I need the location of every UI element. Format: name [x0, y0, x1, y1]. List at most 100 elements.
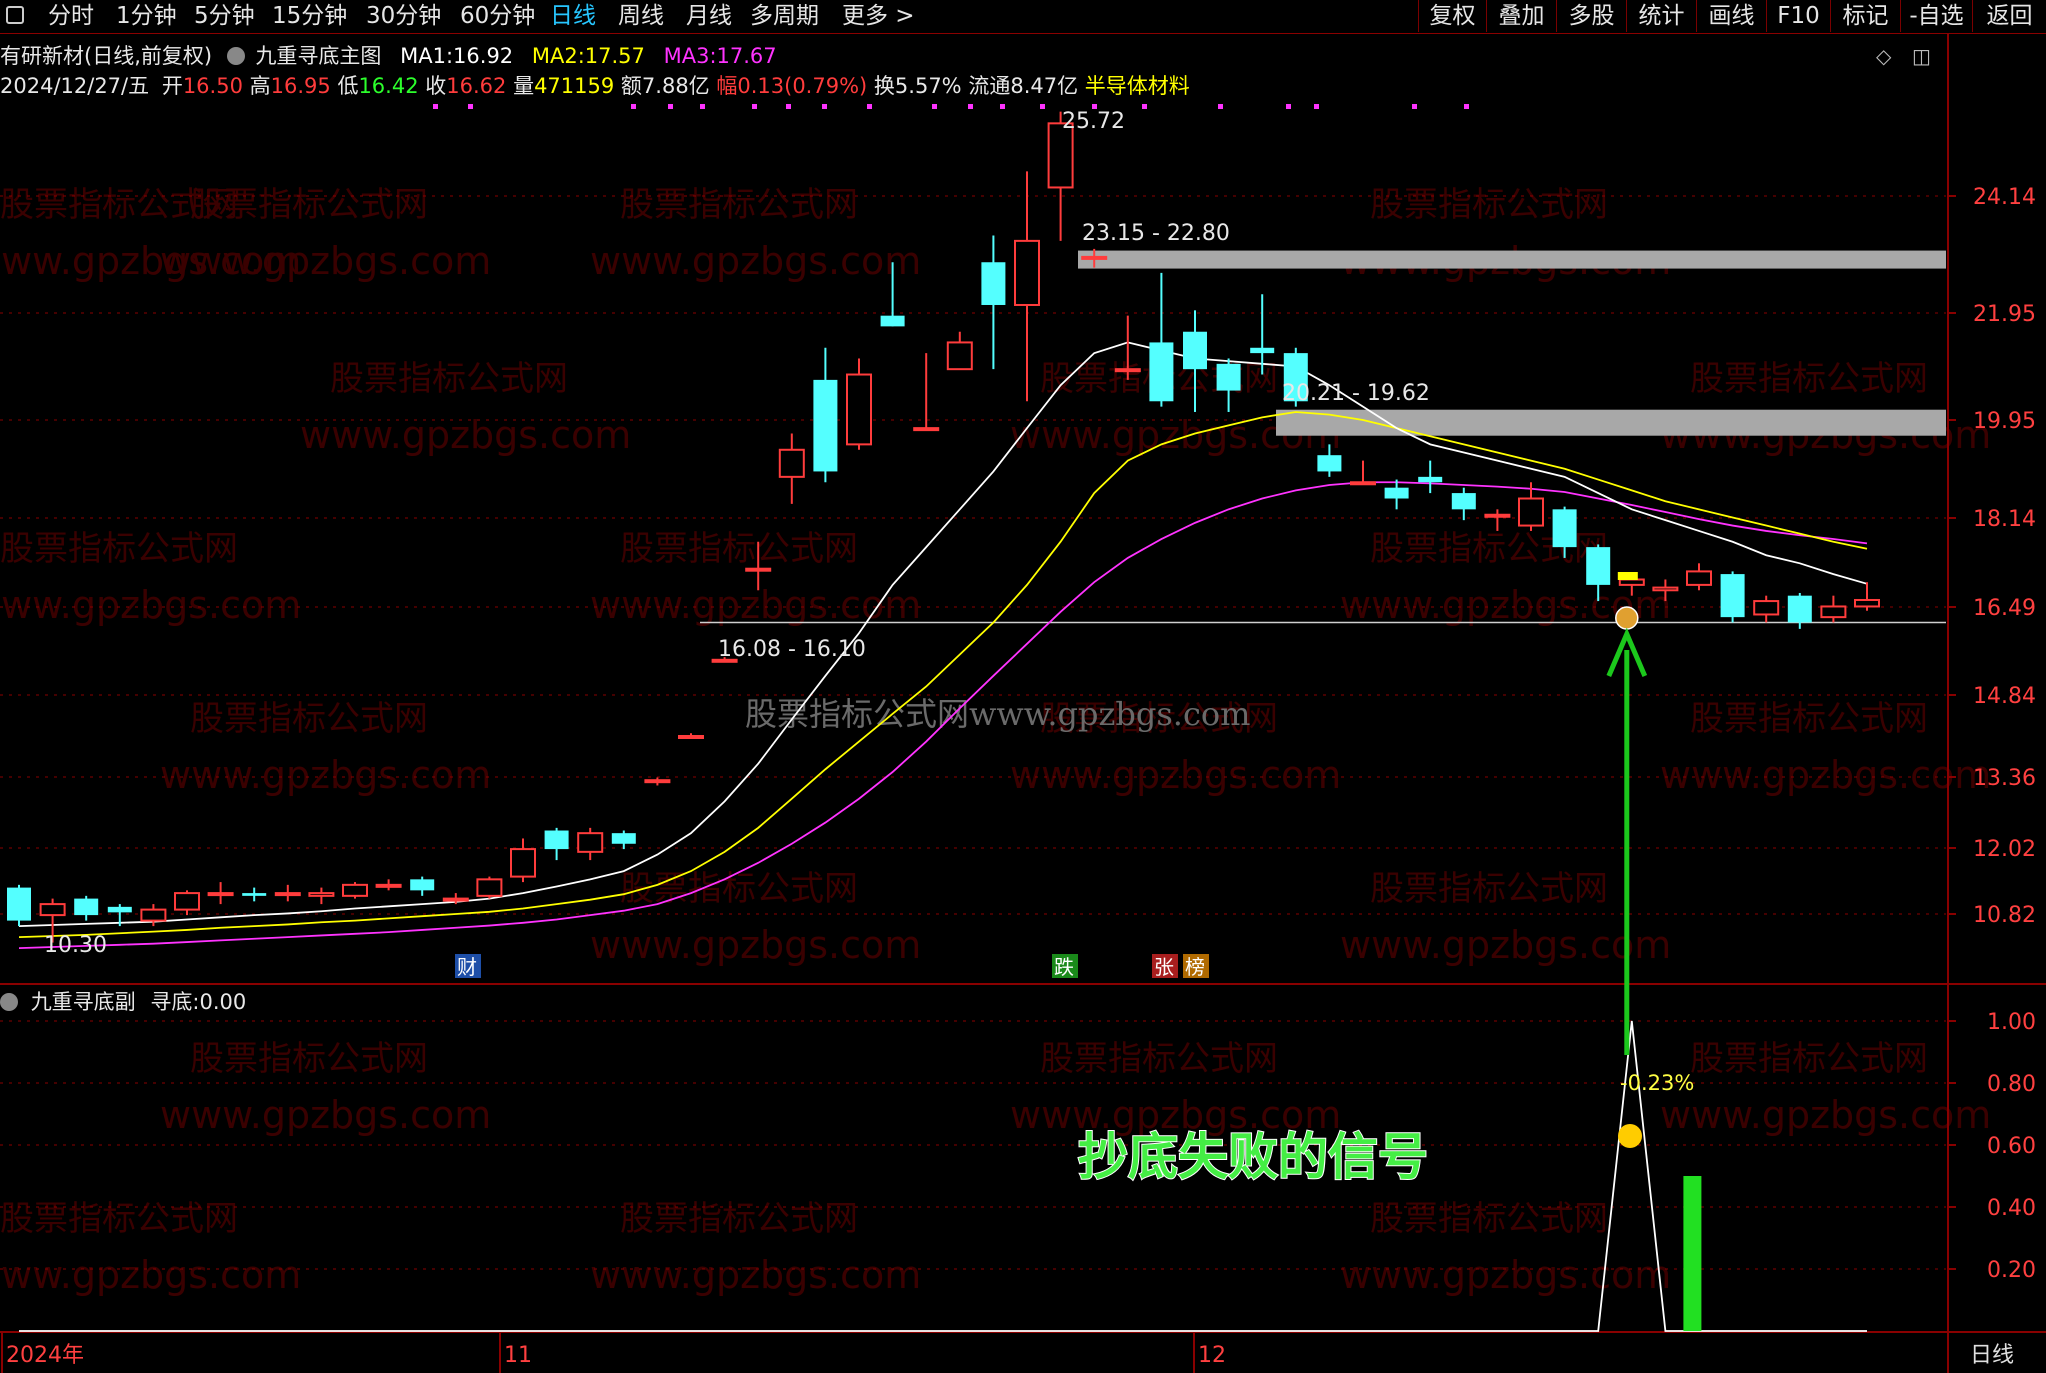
candle-body-up — [1618, 578, 1645, 586]
watermark-url: www.gpzbgs.com — [1010, 753, 1341, 797]
buy-marker — [1617, 572, 1638, 580]
candle-body-up — [308, 892, 335, 897]
sub-y-tick-label: 0.40 — [1987, 1196, 2036, 1221]
watermark-text: 股票指标公式网 — [0, 185, 238, 225]
candle-body-up — [1484, 513, 1511, 518]
watermark-text: 股票指标公式网 — [1370, 1199, 1608, 1239]
candle-body-down — [813, 379, 838, 472]
candle-body-up — [140, 908, 167, 922]
sub-y-tick-label: 1.00 — [1987, 1010, 2036, 1035]
marker-dot — [1464, 104, 1469, 109]
candle-body-down — [242, 893, 267, 896]
y-tick-label: 24.14 — [1973, 185, 2036, 210]
x-tick-label: 12 — [1198, 1343, 1226, 1368]
y-tick-label: 12.02 — [1973, 837, 2036, 862]
watermark-url: www.gpzbgs.com — [0, 239, 301, 283]
candle-body-down — [1216, 363, 1241, 391]
signal-pct: -0.23% — [1620, 1071, 1694, 1095]
y-tick-label: 10.82 — [1973, 903, 2036, 928]
marker-dot — [1286, 104, 1291, 109]
watermark-url: www.gpzbgs.com — [1340, 1253, 1671, 1297]
watermark-url: www.gpzbgs.com — [160, 753, 491, 797]
sub-y-tick-label: 0.80 — [1987, 1072, 2036, 1097]
candle-body-up — [274, 892, 301, 897]
candle-body-down — [981, 262, 1006, 305]
candle-body-down — [410, 879, 435, 891]
watermark-text: 股票指标公式网 — [1690, 1039, 1928, 1079]
price-label-low: 10.30 — [44, 933, 107, 958]
period-label: 日线 — [1970, 1343, 2014, 1368]
marker-dot — [1142, 104, 1147, 109]
marker-dot — [786, 104, 791, 109]
watermark-url: www.gpzbgs.com — [0, 583, 301, 627]
marker-dot — [468, 104, 473, 109]
marker-dot — [700, 104, 705, 109]
watermark-text: 股票指标公式网 — [190, 699, 428, 739]
candle-body-up — [174, 892, 200, 911]
watermark-text: 股票指标公式网 — [620, 529, 858, 569]
watermark-text: 股票指标公式网 — [0, 1199, 238, 1239]
watermark-url: www.gpzbgs.com — [160, 1093, 491, 1137]
candle-body-up — [846, 373, 872, 446]
candle-body-down — [1149, 342, 1174, 402]
candle-body-down — [1183, 331, 1207, 370]
candle-body-down — [880, 315, 905, 327]
watermark-text: 股票指标公式网 — [1370, 869, 1608, 909]
marker-dot — [867, 104, 872, 109]
candle-body-down — [1384, 487, 1409, 499]
y-tick-label: 19.95 — [1973, 409, 2036, 434]
annotation-text: 抄底失败的信号 — [1078, 1128, 1428, 1186]
marker-dot — [668, 104, 673, 109]
money-bag-icon — [1615, 606, 1639, 630]
candle-body-down — [1250, 347, 1275, 354]
candle-body-up — [913, 427, 940, 432]
candle-body-up — [745, 567, 772, 572]
watermark-url: www.gpzbgs.com — [1660, 753, 1991, 797]
candle-body-up — [1753, 600, 1780, 616]
candle-body-up — [1652, 586, 1679, 592]
candle-body-down — [107, 906, 132, 913]
candle-body-up — [644, 779, 671, 784]
marker-dot — [1000, 104, 1005, 109]
sub-y-tick-label: 0.20 — [1987, 1258, 2036, 1283]
event-tag: 张 — [1154, 955, 1174, 979]
resistance-band-1 — [1078, 250, 1946, 269]
signal-bar — [1683, 1176, 1702, 1331]
watermark-text: 股票指标公式网 — [620, 1199, 858, 1239]
candle-body-down — [74, 898, 99, 916]
marker-dot — [822, 104, 827, 109]
candle-body-up — [1686, 570, 1712, 586]
candle-body-up — [375, 883, 402, 888]
ma2-line — [18, 411, 1868, 938]
watermark-url: www.gpzbgs.com — [1660, 1093, 1991, 1137]
candle-body-down — [1720, 574, 1745, 618]
x-tick-label: 2024年 — [6, 1343, 84, 1368]
marker-dot — [932, 104, 937, 109]
candle-body-up — [946, 341, 973, 371]
candle-body-up — [342, 883, 368, 897]
price-label-zone1: 23.15 - 22.80 — [1082, 221, 1230, 246]
y-tick-label: 18.14 — [1973, 507, 2036, 532]
candle-body-up — [1350, 481, 1376, 486]
watermark-url: www.gpzbgs.com — [590, 1253, 921, 1297]
candle-body-up — [577, 832, 604, 853]
candle-body-up — [1081, 255, 1108, 260]
watermark-text: 股票指标公式网 — [620, 869, 858, 909]
candle-body-down — [544, 830, 569, 850]
watermark-text: 股票指标公式网 — [1690, 699, 1928, 739]
event-tag: 榜 — [1185, 955, 1205, 979]
candle-body-up — [510, 848, 536, 878]
stock-chart[interactable]: 股票指标公式网 www.gpzbgs.com 股票指标公式网 www.gpzbgs.c… — [0, 0, 2046, 1373]
candle-body-down — [1451, 493, 1476, 510]
watermark-text: 股票指标公式网 — [1370, 185, 1608, 225]
marker-dot — [1412, 104, 1417, 109]
watermark-text: 股票指标公式网 — [330, 359, 568, 399]
candle-body-up — [1114, 368, 1141, 373]
marker-dot — [968, 104, 973, 109]
watermark-url: www.gpzbgs.com — [590, 239, 921, 283]
watermark-url: www.gpzbgs.com — [590, 923, 921, 967]
candle-body-up — [442, 897, 469, 902]
watermark-text: 股票指标公式网 — [1690, 359, 1928, 399]
watermark-text: 股票指标公式网 — [0, 529, 238, 569]
price-label-high: 25.72 — [1062, 109, 1125, 134]
